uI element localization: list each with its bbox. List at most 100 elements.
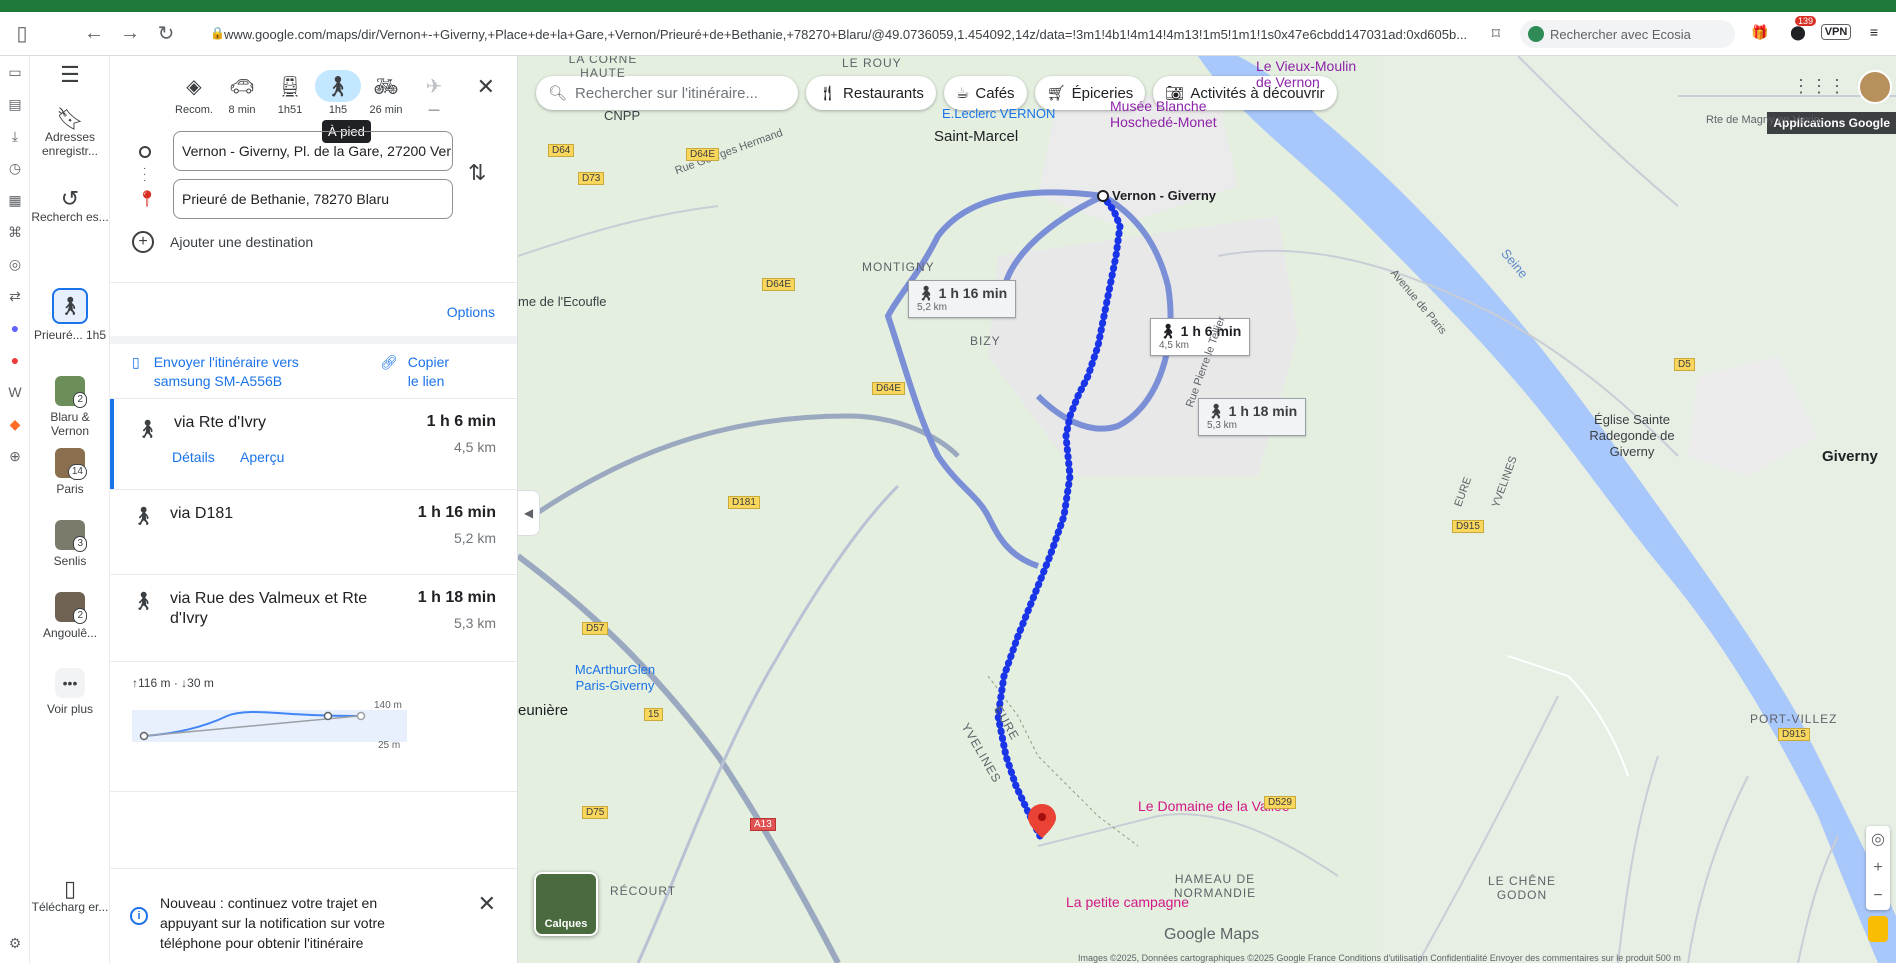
ecosia-search[interactable]: Rechercher avec Ecosia — [1520, 20, 1735, 48]
bookmark-icon[interactable]: ⌑ — [1492, 24, 1500, 44]
map-label: BIZY — [970, 334, 1001, 348]
divider — [110, 791, 517, 792]
list-item-blaru[interactable]: 2 Blaru & Vernon — [30, 376, 110, 438]
gift-icon[interactable]: 🎁 — [1746, 18, 1774, 46]
walk-icon: 🚶︎ — [132, 591, 155, 611]
more-button[interactable]: ••• Voir plus — [30, 668, 110, 716]
download-label: Télécharg er... — [31, 900, 109, 914]
download-app-button[interactable]: ▯ Télécharg er... — [30, 878, 110, 915]
chip-restaurants[interactable]: 🍴︎ Restaurants — [806, 76, 936, 110]
collapse-panel-button[interactable]: ◀ — [518, 490, 540, 536]
map-label: RÉCOURT — [610, 884, 677, 898]
walk-icon: 🚶︎ — [132, 506, 155, 526]
list-item-senlis[interactable]: 3 Senlis — [30, 520, 110, 568]
route-time: 1 h 6 min — [426, 413, 496, 430]
road-shield: D64E — [686, 148, 720, 161]
recent-button[interactable]: ↺ Recherch es... — [30, 188, 110, 225]
map-label: Saint-Marcel — [934, 128, 1019, 145]
walk-icon: 🚶︎ — [917, 285, 935, 301]
back-icon[interactable]: ← — [76, 16, 112, 52]
avatar[interactable] — [1858, 70, 1892, 104]
mode-transit[interactable]: 🚆︎ 1h51 — [266, 70, 314, 117]
gitlab-icon[interactable]: ◆ — [0, 408, 30, 440]
mode-cycling[interactable]: 🚲︎ 26 min — [362, 70, 410, 117]
more-label: Voir plus — [46, 702, 94, 716]
map-label: PORT-VILLEZ — [1750, 712, 1838, 726]
route-time-box[interactable]: 🚶︎ 1 h 16 min 5,2 km — [908, 280, 1017, 318]
google-maps-logo: Google Maps — [1164, 926, 1260, 943]
map-label: LA CORNE HAUTE — [568, 56, 638, 80]
add-panel-icon[interactable]: ⊕ — [0, 440, 30, 472]
map-canvas[interactable]: 🔍︎ Rechercher sur l'itinéraire... 🍴︎ Rest… — [518, 56, 1896, 963]
close-directions-button[interactable]: ✕ — [477, 74, 495, 100]
origin-input[interactable]: Vernon - Giverny, Pl. de la Gare, 27200 … — [173, 131, 453, 171]
menu-button[interactable]: ☰ — [30, 64, 110, 86]
extension-icon[interactable]: ⬤ 139 — [1784, 16, 1816, 46]
add-destination-button[interactable]: + Ajouter une destination — [132, 231, 313, 253]
ecosia-placeholder: Rechercher avec Ecosia — [1550, 26, 1691, 42]
origin-marker — [1097, 190, 1109, 202]
send-to-phone-button[interactable]: ▯ Envoyer l'itinéraire vers samsung SM-A… — [132, 353, 314, 391]
map-label: CNPP — [604, 108, 641, 123]
lock-icon: 🔒 — [210, 26, 225, 40]
vpn-icon[interactable]: VPN — [1820, 18, 1852, 46]
preview-link[interactable]: Aperçu — [240, 449, 284, 465]
zoom-out-button[interactable]: − — [1866, 882, 1890, 910]
route-option[interactable]: 🚶︎ via D181 1 h 16 min 5,2 km — [110, 490, 517, 574]
list-item-angouleme[interactable]: 2 Angoulê... — [30, 592, 110, 640]
route-search-input[interactable]: 🔍︎ Rechercher sur l'itinéraire... — [536, 76, 798, 110]
mode-driving[interactable]: 🚗︎ 8 min — [218, 70, 266, 117]
address-bar[interactable]: 🔒 www.google.com/maps/dir/Vernon+-+Giver… — [188, 20, 1508, 48]
sidebar-toggle-icon[interactable]: ▯ — [4, 16, 40, 52]
downloads-icon[interactable]: ⤓ — [0, 120, 30, 152]
zoom-in-button[interactable]: + — [1866, 854, 1890, 882]
walk-icon: 🚶︎ — [136, 419, 159, 439]
map-label: Rte de Magny en Vexin — [1706, 114, 1820, 126]
bookmarks-icon[interactable]: ▭ — [0, 56, 30, 88]
route-time-box[interactable]: 🚶︎ 1 h 6 min 4,5 km — [1150, 318, 1251, 356]
my-location-icon[interactable]: ◎ — [1866, 826, 1890, 854]
mastodon-icon[interactable]: ● — [0, 312, 30, 344]
route-option[interactable]: 🚶︎ via Rue des Valmeux et Rte d'Ivry 1 h… — [110, 575, 517, 665]
chip-cafes[interactable]: ☕︎ Cafés — [943, 76, 1027, 110]
menu-icon[interactable]: ≡ — [1860, 18, 1888, 46]
map-label: MONTIGNY — [862, 260, 935, 274]
copy-link-button[interactable]: 🔗︎ Copier le lien — [380, 353, 458, 391]
sync-icon[interactable]: ⇄ — [0, 280, 30, 312]
player-icon[interactable]: ◎ — [0, 248, 30, 280]
active-trip-label: Prieuré... 1h5 — [33, 328, 107, 342]
options-link[interactable]: Options — [447, 304, 495, 320]
url-text: www.google.com/maps/dir/Vernon+-+Giverny… — [224, 26, 1468, 42]
calendar-icon[interactable]: ▦ — [0, 184, 30, 216]
reading-list-icon[interactable]: ▤ — [0, 88, 30, 120]
list-item-paris[interactable]: 14 Paris — [30, 448, 110, 496]
phone-send-icon: ▯ — [132, 354, 140, 370]
street-view-pegman-icon[interactable] — [1868, 916, 1888, 942]
apps-grid-icon[interactable]: ⋮⋮⋮ — [1792, 76, 1846, 97]
bookmark-icon: 🔖︎ — [56, 106, 84, 131]
swap-icon[interactable]: ⇅ — [468, 160, 486, 186]
mode-flights[interactable]: ✈ — — [410, 70, 458, 117]
details-link[interactable]: Détails — [172, 449, 215, 465]
settings-icon[interactable]: ⚙ — [0, 927, 30, 959]
mode-walking[interactable]: 🚶︎ 1h5 — [314, 70, 362, 116]
elevation-fill — [132, 710, 407, 742]
route-option[interactable]: 🚶︎ via Rte d'Ivry 1 h 6 min 4,5 km Détai… — [110, 399, 517, 489]
history-icon[interactable]: ◷ — [0, 152, 30, 184]
reload-icon[interactable]: ↻ — [148, 16, 184, 52]
road-shield: D915 — [1452, 520, 1484, 533]
vivaldi-icon[interactable]: ● — [0, 344, 30, 376]
wikipedia-icon[interactable]: W — [0, 376, 30, 408]
elevation-mid-dot — [323, 711, 333, 721]
route-time-box[interactable]: 🚶︎ 1 h 18 min 5,3 km — [1198, 398, 1307, 436]
saved-button[interactable]: 🔖︎ Adresses enregistr... — [30, 106, 110, 159]
list-thumbnail: 3 — [55, 520, 87, 552]
forward-icon[interactable]: → — [112, 16, 148, 52]
layers-button[interactable]: Calques — [534, 872, 598, 936]
close-notification-button[interactable]: ✕ — [478, 891, 496, 917]
active-trip-button[interactable]: 🚶︎ Prieuré... 1h5 — [30, 288, 110, 342]
translate-icon[interactable]: ⌘ — [0, 216, 30, 248]
destination-input[interactable]: Prieuré de Bethanie, 78270 Blaru — [173, 179, 453, 219]
mode-recommended[interactable]: ◈ Recom. — [170, 70, 218, 117]
map-label: Église Sainte Radegonde de Giverny — [1589, 412, 1675, 459]
